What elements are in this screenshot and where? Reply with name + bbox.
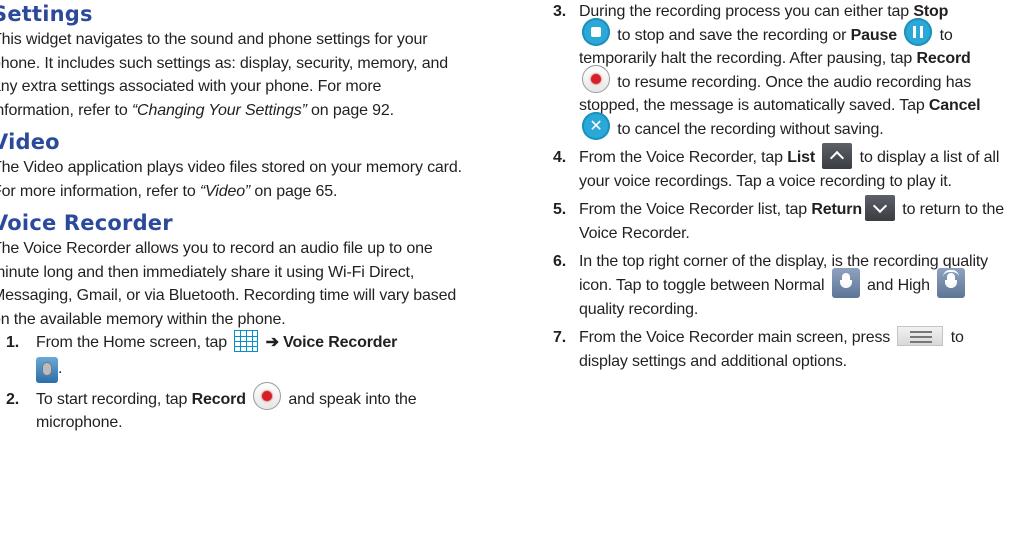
microphone-normal-icon: [831, 267, 860, 298]
microphone-high-icon: [937, 267, 966, 298]
step-number: 7.: [553, 329, 567, 346]
list-label: List: [787, 149, 816, 166]
return-label: Return: [811, 201, 862, 218]
step-number: 6.: [553, 253, 567, 270]
settings-section: Settings This widget navigates to the so…: [0, 0, 462, 122]
voice-recorder-body: The Voice Recorder allows you to record …: [0, 240, 457, 328]
step-number: 3.: [553, 3, 567, 20]
cancel-icon: ✕: [582, 112, 610, 141]
step-3: 3. During the recording process you can …: [553, 0, 1008, 141]
record-icon: [253, 382, 282, 411]
video-heading: Video: [0, 130, 60, 154]
right-column: 3. During the recording process you can …: [553, 0, 1008, 378]
voice-recorder-heading: Voice Recorder: [0, 211, 173, 235]
chevron-up-icon: [822, 142, 853, 169]
voice-recorder-section: Voice Recorder The Voice Recorder allows…: [0, 209, 462, 435]
step-number: 2.: [6, 390, 20, 408]
step-number: 4.: [553, 149, 567, 166]
menu-key-icon: [897, 325, 944, 346]
settings-body: This widget navigates to the sound and p…: [0, 31, 448, 119]
step-7: 7. From the Voice Recorder main screen, …: [553, 325, 1008, 373]
cancel-label: Cancel: [928, 97, 981, 114]
step-1: 1. From the Home screen, tap ➔ Voice Rec…: [0, 329, 462, 383]
step-number: 5.: [553, 201, 567, 218]
left-column: Settings This widget navigates to the so…: [0, 0, 462, 441]
record-label: Record: [191, 390, 246, 408]
video-section: Video The Video application plays video …: [0, 128, 462, 203]
pause-label: Pause: [850, 26, 898, 44]
step-6: 6. In the top right corner of the displa…: [553, 250, 1008, 321]
video-reference: “Video”: [199, 182, 251, 200]
settings-heading: Settings: [0, 2, 93, 26]
voice-recorder-app-icon: [36, 356, 58, 383]
step-4: 4. From the Voice Recorder, tap List to …: [553, 142, 1008, 193]
pause-icon: [904, 18, 933, 47]
settings-reference: “Changing Your Settings”: [131, 101, 307, 119]
stop-icon: [582, 18, 610, 47]
step-number: 1.: [6, 334, 20, 351]
step-5: 5. From the Voice Recorder list, tap Ret…: [553, 194, 1008, 245]
apps-grid-icon: [234, 329, 259, 352]
video-body: The Video application plays video files …: [0, 159, 462, 200]
chevron-down-icon: [865, 194, 895, 221]
voice-recorder-label: Voice Recorder: [283, 334, 398, 351]
step-2: 2. To start recording, tap Record and sp…: [0, 382, 462, 435]
record-icon: [582, 65, 610, 94]
record-label: Record: [916, 50, 971, 67]
